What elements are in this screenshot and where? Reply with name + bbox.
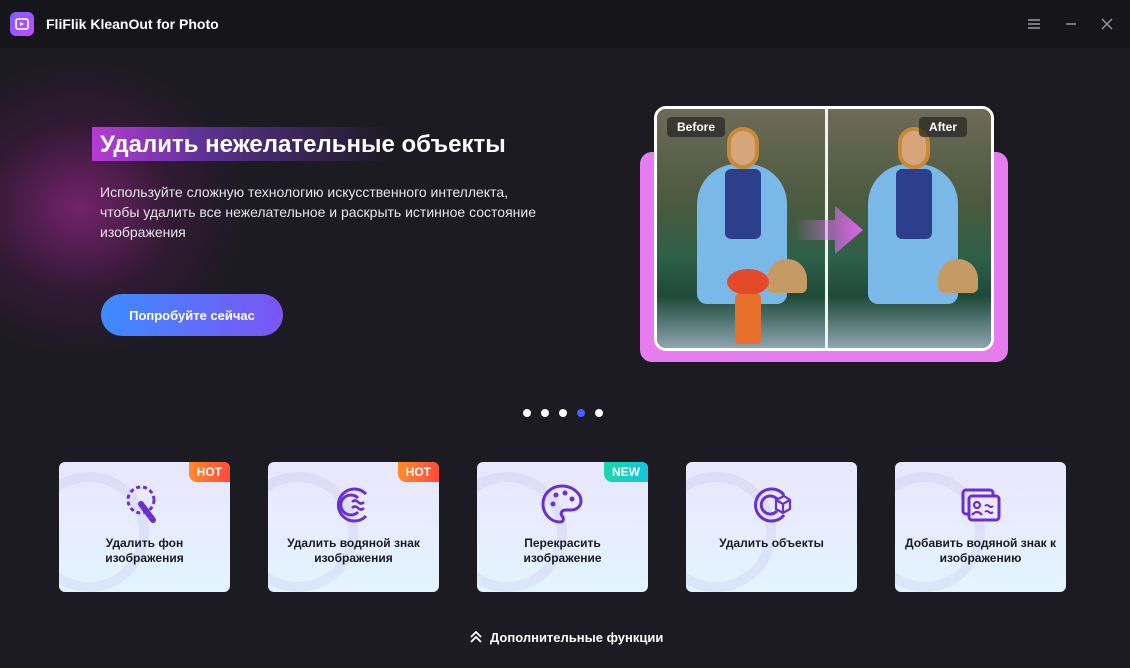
double-chevron-up-icon <box>470 630 482 643</box>
main-area: Удалить нежелательные объекты Используйт… <box>0 48 1130 668</box>
feature-card-recolor[interactable]: NEW Перекрасить изображение <box>477 462 648 592</box>
hot-badge: HOT <box>397 462 439 482</box>
remove-object-icon <box>754 487 792 523</box>
feature-label: Удалить водяной знак изображения <box>287 536 420 565</box>
feature-card-remove-objects[interactable]: Удалить объекты <box>686 462 857 592</box>
add-watermark-icon <box>961 488 1001 522</box>
more-features-label: Дополнительные функции <box>490 629 664 645</box>
more-features-button[interactable]: Дополнительные функции <box>468 629 663 645</box>
title-bar: FliFlik KleanOut for Photo <box>0 0 1130 48</box>
feature-card-remove-watermark[interactable]: HOT Удалить водяной знак изображения <box>268 462 439 592</box>
feature-label: Добавить водяной знак к изображению <box>905 536 1056 565</box>
feature-label: Удалить фон изображения <box>105 536 184 565</box>
before-label: Before <box>667 117 726 137</box>
hot-badge: HOT <box>188 462 230 482</box>
after-label: After <box>919 117 968 137</box>
app-title: FliFlik KleanOut for Photo <box>46 16 219 32</box>
new-badge: NEW <box>604 462 648 482</box>
feature-card-remove-background[interactable]: HOT Удалить фон изображения <box>59 462 230 592</box>
remove-background-icon <box>126 485 156 523</box>
try-now-button[interactable]: Попробуйте сейчас <box>101 294 283 336</box>
menu-icon[interactable] <box>1024 14 1044 34</box>
feature-label: Удалить объекты <box>719 536 824 550</box>
carousel-dot[interactable] <box>523 409 531 417</box>
close-icon[interactable] <box>1097 14 1117 34</box>
palette-icon <box>541 484 583 524</box>
banner-description: Используйте сложную технологию искусстве… <box>100 184 536 240</box>
arrow-right-icon <box>795 206 863 254</box>
banner-headline: Удалить нежелательные объекты <box>100 131 506 158</box>
feature-label: Перекрасить изображение <box>523 536 602 565</box>
carousel-dot[interactable] <box>595 409 603 417</box>
carousel-dot[interactable] <box>559 409 567 417</box>
carousel-dots <box>523 409 603 417</box>
carousel-dot-active[interactable] <box>577 409 585 417</box>
minimize-icon[interactable] <box>1061 14 1081 34</box>
feature-card-add-watermark[interactable]: Добавить водяной знак к изображению <box>895 462 1066 592</box>
before-after-preview: Before After <box>654 106 994 351</box>
carousel-dot[interactable] <box>541 409 549 417</box>
remove-watermark-icon <box>336 487 368 523</box>
app-logo-icon <box>10 12 34 36</box>
